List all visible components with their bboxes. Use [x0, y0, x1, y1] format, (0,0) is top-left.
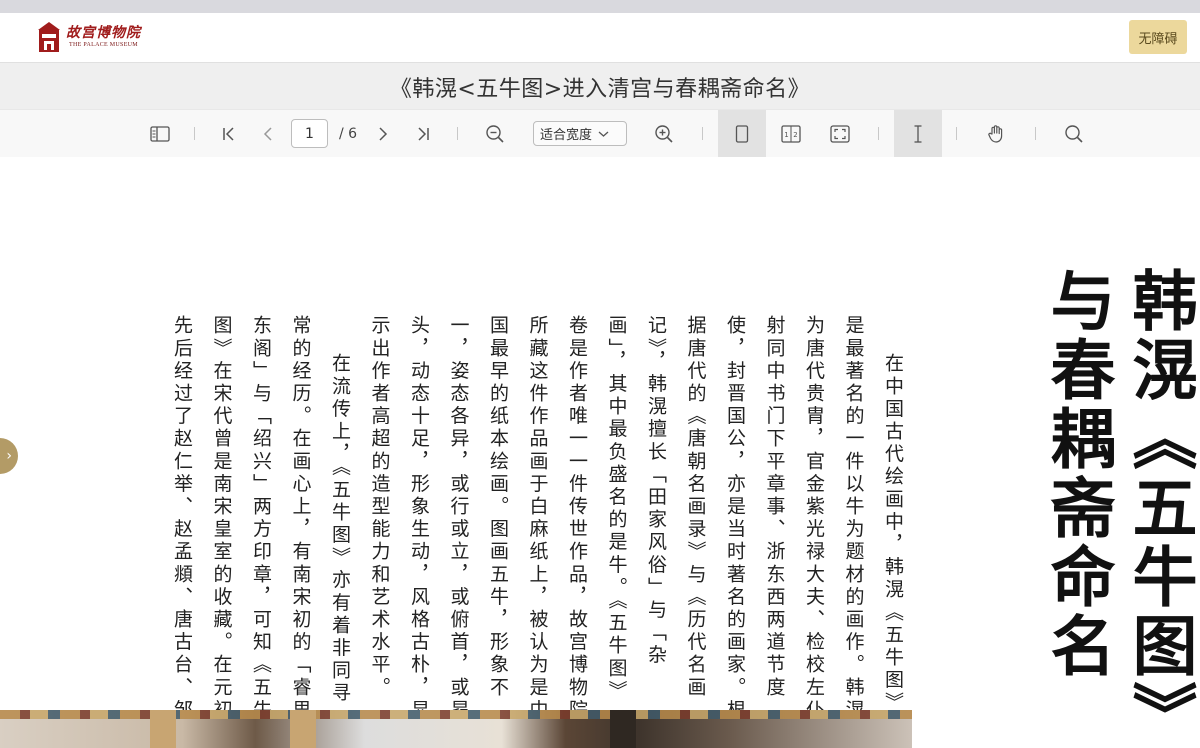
page-total-label: / 6 [339, 125, 358, 142]
single-page-button[interactable] [718, 110, 766, 157]
zoom-in-icon [655, 124, 673, 143]
page-number-input[interactable]: 1 [291, 119, 328, 148]
article-title: 韩滉《五牛图》 与春耦斋命名 [1036, 267, 1200, 748]
site-header: 故宫博物院 THE PALACE MUSEUM 无障碍 [0, 13, 1200, 62]
first-page-icon [223, 126, 234, 141]
search-button[interactable] [1060, 110, 1088, 157]
palace-interior-photo [0, 710, 912, 748]
browser-top-strip [0, 0, 1200, 13]
first-page-button[interactable] [216, 110, 242, 157]
palace-gate-icon [38, 22, 60, 52]
sidebar-expand-handle[interactable]: › [0, 438, 18, 474]
fullscreen-button[interactable] [826, 110, 854, 157]
last-page-icon [418, 126, 429, 141]
toolbar-divider [1035, 127, 1036, 140]
document-title-bar: 《韩滉<五牛图>进入清宫与春耦斋命名》 [0, 62, 1200, 110]
photo-frame-element [150, 710, 176, 748]
pdf-toolbar: 1 / 6 适合宽度 12 [0, 109, 1200, 158]
single-page-icon [735, 124, 749, 143]
sidebar-toggle-button[interactable] [146, 110, 174, 157]
photo-decorative-band [0, 710, 912, 719]
text-select-button[interactable] [894, 110, 942, 157]
fullscreen-icon [830, 124, 850, 143]
two-page-icon: 12 [781, 124, 801, 143]
chevron-down-icon [598, 131, 609, 137]
accessibility-button[interactable]: 无障碍 [1129, 20, 1187, 54]
chevron-right-icon: › [6, 448, 12, 464]
article-paragraph: 在中国古代绘画中，韩滉《五牛图》是最著名的一件以牛为题材的画作。韩滉为唐代贵胄，… [368, 315, 905, 722]
toolbar-divider [956, 127, 957, 140]
svg-text:2: 2 [793, 131, 797, 139]
logo-chinese-text: 故宫博物院 [66, 25, 141, 41]
two-page-button[interactable]: 12 [776, 110, 806, 157]
next-page-icon [379, 126, 388, 141]
next-page-button[interactable] [372, 110, 394, 157]
zoom-select[interactable]: 适合宽度 [533, 121, 627, 146]
toolbar-divider [702, 127, 703, 140]
zoom-select-value: 适合宽度 [540, 128, 593, 143]
toolbar-divider [878, 127, 879, 140]
toolbar-divider [457, 127, 458, 140]
zoom-in-button[interactable] [651, 110, 677, 157]
sidebar-toggle-icon [150, 125, 170, 142]
hand-tool-icon [988, 124, 1003, 143]
article-paragraph: 在流传上，《五牛图》亦有着非同寻常的经历。在画心上，有南宋初的「睿思东阁」与「绍… [171, 315, 351, 722]
pdf-page-view[interactable]: › 韩滉《五牛图》 与春耦斋命名 在中国古代绘画中，韩滉《五牛图》是最著名的一件… [0, 157, 1200, 748]
photo-frame-element [610, 710, 636, 748]
search-icon [1065, 124, 1083, 143]
palace-museum-logo[interactable]: 故宫博物院 THE PALACE MUSEUM [36, 20, 141, 54]
svg-text:1: 1 [784, 131, 788, 139]
article-title-line2: 与春耦斋命名 [1039, 267, 1115, 681]
zoom-out-icon [486, 124, 504, 143]
article-body: 在中国古代绘画中，韩滉《五牛图》是最著名的一件以牛为题材的画作。韩滉为唐代贵胄，… [162, 315, 913, 725]
article-title-line1: 韩滉《五牛图》 [1121, 267, 1197, 748]
prev-page-button[interactable] [257, 110, 279, 157]
hand-tool-button[interactable] [982, 110, 1010, 157]
text-select-icon [914, 124, 922, 143]
document-title: 《韩滉<五牛图>进入清宫与春耦斋命名》 [389, 76, 811, 102]
last-page-button[interactable] [410, 110, 436, 157]
toolbar-divider [194, 127, 195, 140]
prev-page-icon [263, 126, 272, 141]
photo-frame-element [290, 710, 316, 748]
logo-english-text: THE PALACE MUSEUM [69, 42, 138, 48]
zoom-out-button[interactable] [482, 110, 508, 157]
